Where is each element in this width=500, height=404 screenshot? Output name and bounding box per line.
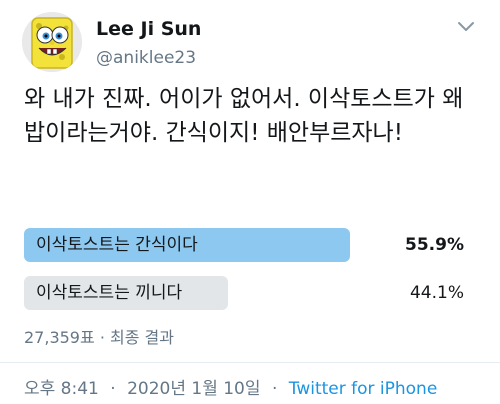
poll-option-2: 이삭토스트는 끼니다 44.1% — [24, 276, 470, 310]
poll-votes: 27,359표 — [24, 328, 95, 347]
poll-meta: 27,359표 · 최종 결과 — [24, 324, 174, 348]
poll-option-percent: 55.9% — [405, 235, 464, 255]
tweet-header: Lee Ji Sun @aniklee23 — [22, 12, 482, 78]
tweet-footer: 오후 8:41 · 2020년 1월 10일 · Twitter for iPh… — [24, 374, 437, 399]
poll-status: 최종 결과 — [110, 328, 174, 347]
poll-option-label: 이삭토스트는 끼니다 — [36, 283, 183, 303]
footer-separator: · — [110, 379, 116, 399]
poll: 이삭토스트는 간식이다 55.9% 이삭토스트는 끼니다 44.1% — [24, 228, 470, 324]
tweet-text: 와 내가 진짜. 어이가 없어서. 이삭토스트가 왜 밥이라는거야. 간식이지!… — [24, 86, 464, 146]
display-name[interactable]: Lee Ji Sun — [96, 18, 201, 40]
user-handle[interactable]: @aniklee23 — [96, 48, 196, 68]
tweet-source-link[interactable]: Twitter for iPhone — [289, 379, 438, 399]
poll-option-label: 이삭토스트는 간식이다 — [36, 235, 198, 255]
chevron-down-icon[interactable] — [454, 14, 478, 38]
poll-separator: · — [99, 328, 105, 347]
tweet-date[interactable]: 2020년 1월 10일 — [127, 379, 260, 399]
avatar[interactable] — [22, 12, 82, 72]
tweet-time[interactable]: 오후 8:41 — [24, 379, 99, 399]
spongebob-avatar-icon — [22, 12, 82, 72]
divider — [0, 362, 500, 363]
poll-option-1: 이삭토스트는 간식이다 55.9% — [24, 228, 470, 262]
tweet-card: Lee Ji Sun @aniklee23 와 내가 진짜. 어이가 없어서. … — [0, 0, 500, 404]
footer-separator: · — [271, 379, 278, 399]
poll-option-percent: 44.1% — [409, 283, 464, 303]
